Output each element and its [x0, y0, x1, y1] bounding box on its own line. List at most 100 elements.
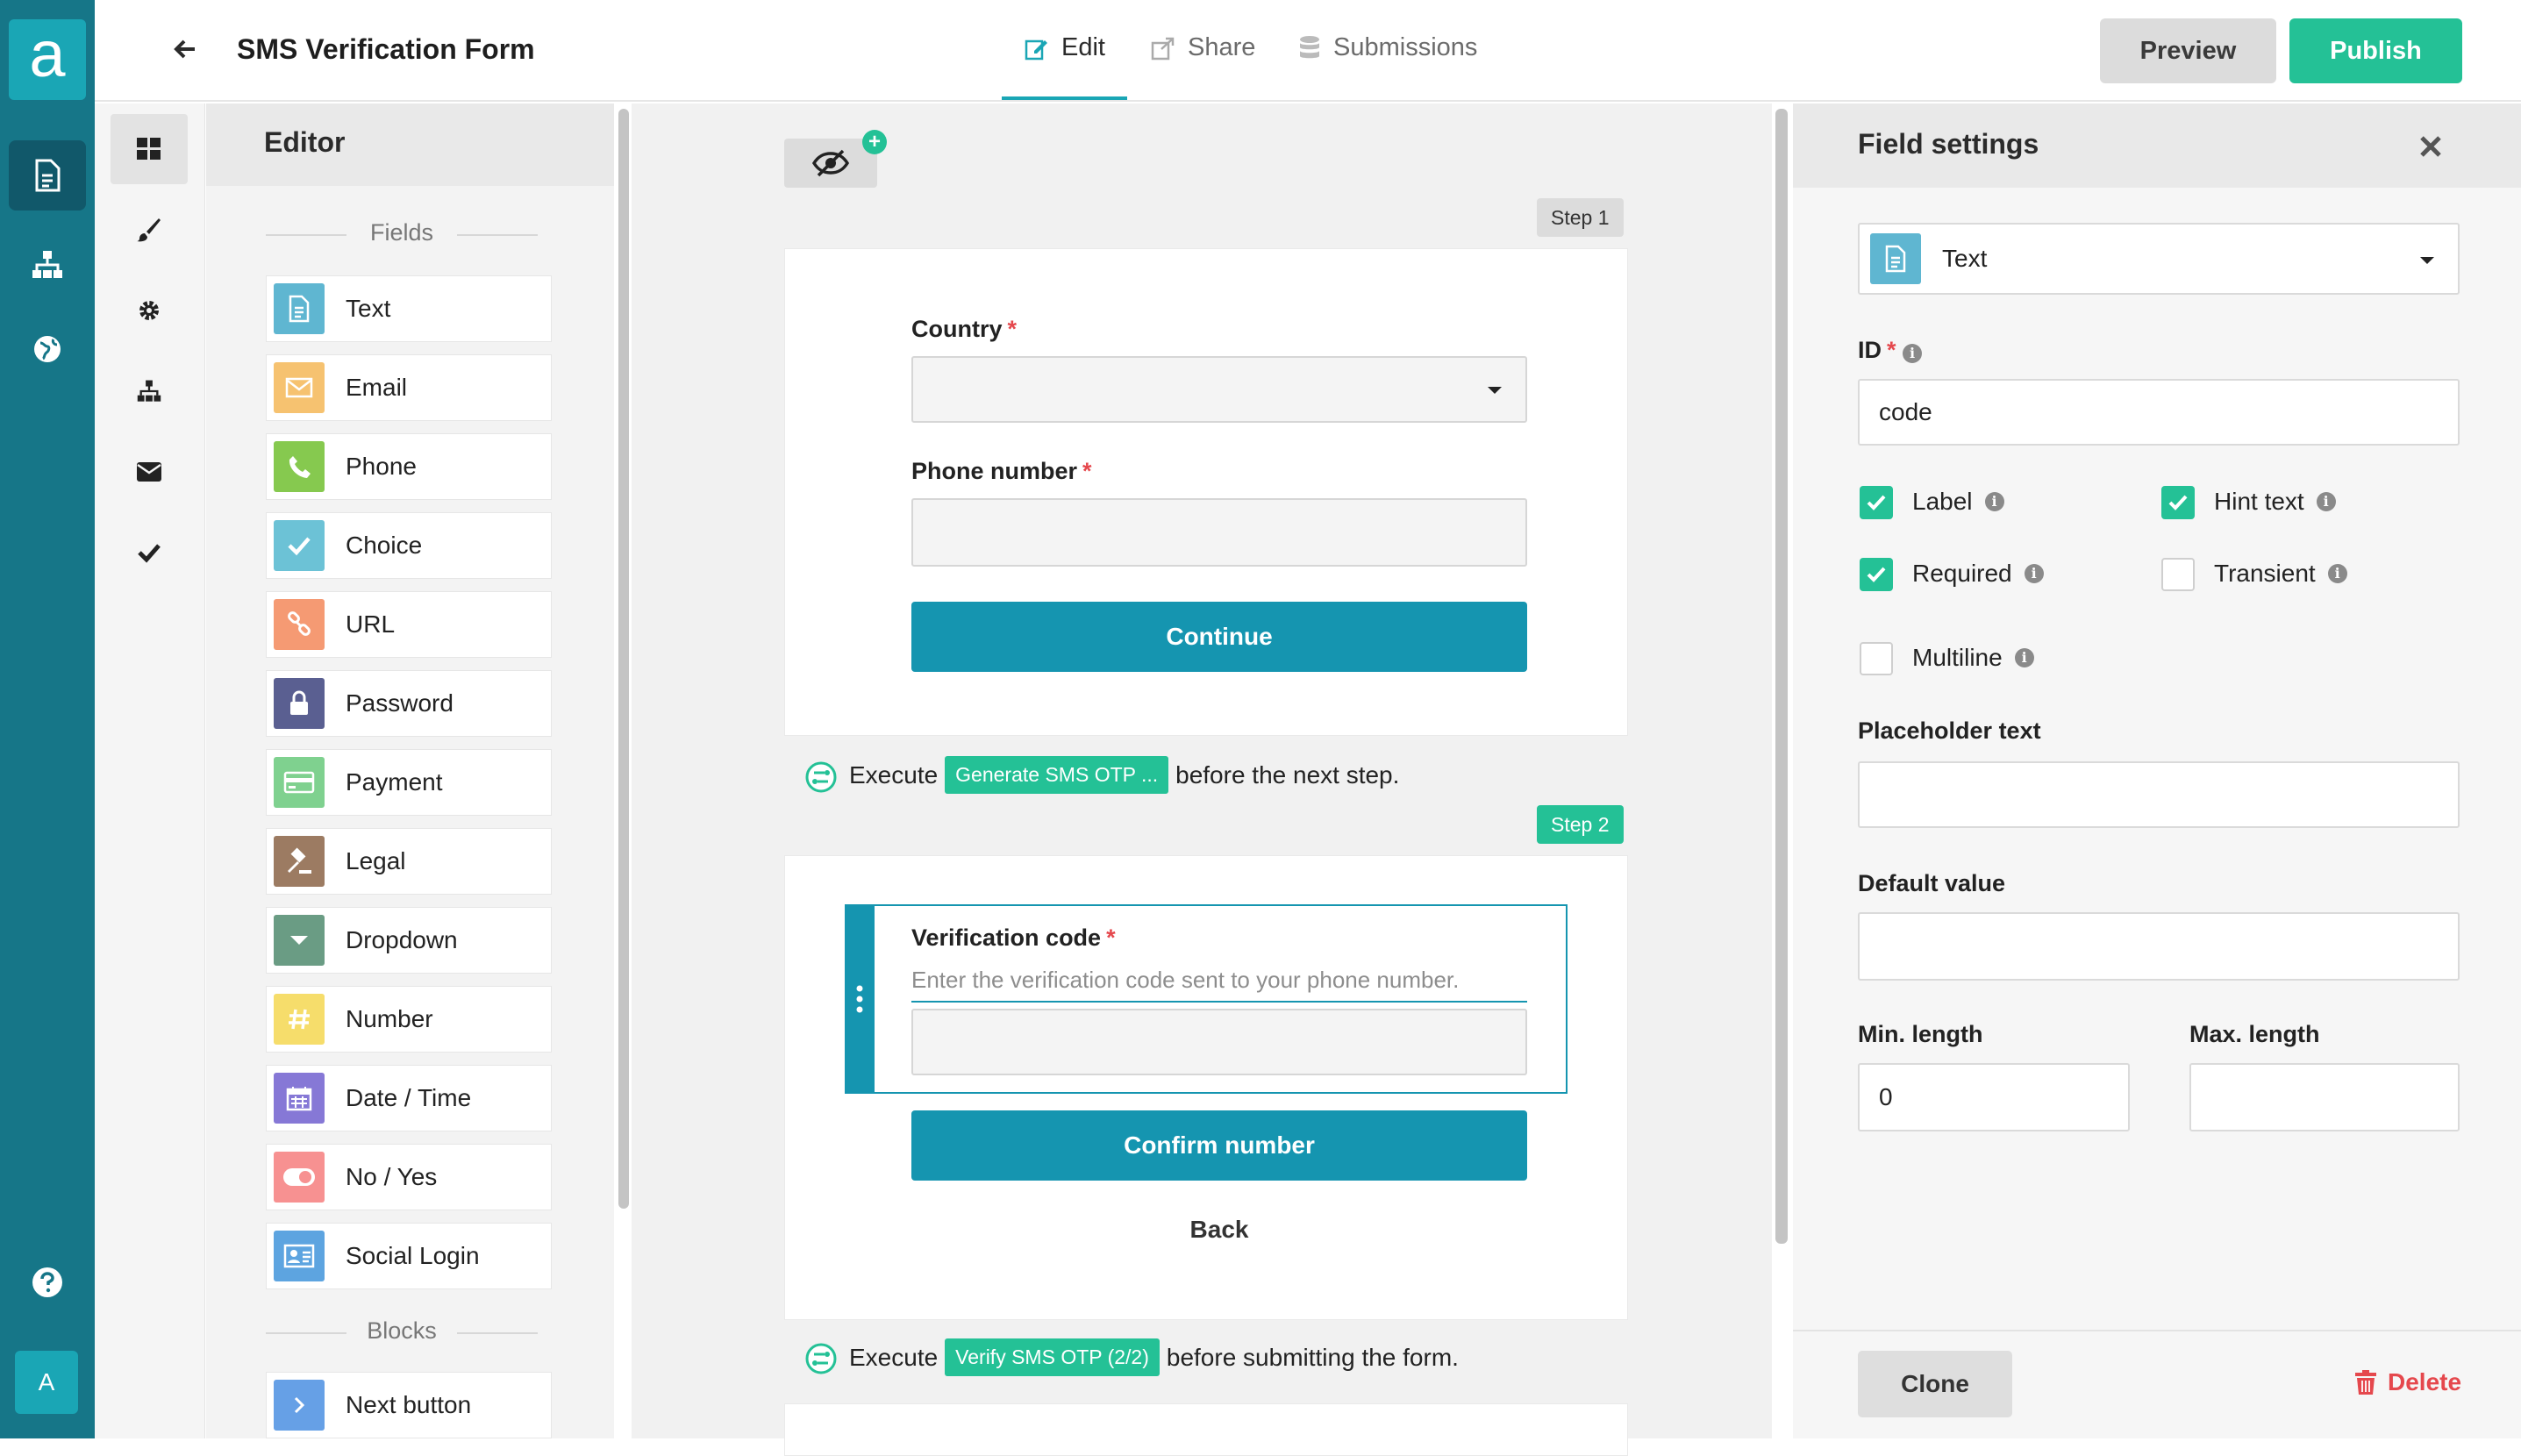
info-icon[interactable]: i — [1903, 344, 1923, 363]
field-item-password[interactable]: Password — [266, 670, 552, 737]
workflow-nav-button[interactable] — [9, 230, 86, 300]
min-length-input[interactable]: 0 — [1858, 1063, 2130, 1131]
delete-button[interactable]: Delete — [2354, 1368, 2461, 1396]
multiline-option: Multiline i — [1912, 644, 2034, 672]
fields-section-title: Fields — [266, 219, 538, 246]
field-item-dropdown[interactable]: Dropdown — [266, 907, 552, 974]
info-icon[interactable]: i — [2024, 564, 2044, 583]
placeholder-text-input[interactable] — [1858, 761, 2460, 828]
phone-number-input[interactable] — [911, 498, 1527, 567]
tool-emails[interactable] — [111, 437, 188, 507]
app-logo[interactable]: a — [9, 19, 86, 100]
document-icon — [35, 159, 61, 192]
block-item-next-button[interactable]: Next button — [266, 1372, 552, 1438]
tool-success[interactable] — [111, 517, 188, 588]
help-button[interactable] — [9, 1247, 86, 1317]
publish-button[interactable]: Publish — [2289, 18, 2462, 83]
field-item-text[interactable]: Text — [266, 275, 552, 342]
field-item-datetime[interactable]: Date / Time — [266, 1065, 552, 1131]
envelope-icon — [274, 362, 325, 413]
add-visibility-icon[interactable]: + — [862, 130, 887, 154]
field-item-choice[interactable]: Choice — [266, 512, 552, 579]
drag-handle[interactable] — [845, 904, 875, 1094]
field-item-legal[interactable]: Legal — [266, 828, 552, 895]
tool-logic[interactable] — [111, 356, 188, 426]
field-item-social-login[interactable]: Social Login — [266, 1223, 552, 1289]
avatar[interactable]: A — [15, 1351, 78, 1414]
tab-label: Submissions — [1333, 33, 1478, 61]
multiline-checkbox[interactable] — [1860, 642, 1893, 675]
edit-icon — [1025, 39, 1047, 60]
max-length-input[interactable] — [2189, 1063, 2460, 1131]
transient-option: Transient i — [2214, 560, 2347, 588]
envelope-icon — [137, 462, 161, 482]
grid-icon — [137, 138, 161, 160]
brush-icon — [137, 218, 161, 242]
tab-label: Share — [1188, 33, 1256, 61]
text-doc-icon — [274, 283, 325, 334]
field-item-number[interactable]: Number — [266, 986, 552, 1053]
editor-scrollbar[interactable] — [618, 109, 629, 1209]
info-icon[interactable]: i — [2327, 564, 2347, 583]
tool-settings[interactable] — [111, 275, 188, 346]
tab-edit[interactable]: Edit — [1025, 33, 1105, 62]
id-input[interactable]: code — [1858, 379, 2460, 446]
verification-code-hint[interactable]: Enter the verification code sent to your… — [911, 967, 1527, 1003]
clone-button[interactable]: Clone — [1858, 1351, 2012, 1417]
back-button[interactable] — [168, 32, 204, 67]
add-step-card[interactable] — [784, 1403, 1628, 1456]
label-checkbox[interactable] — [1860, 486, 1893, 519]
confirm-number-button[interactable]: Confirm number — [911, 1110, 1527, 1181]
step-1-badge: Step 1 — [1537, 198, 1624, 237]
verification-code-input[interactable] — [911, 1009, 1527, 1075]
caret-down-icon — [2420, 257, 2434, 264]
canvas-scrollbar[interactable] — [1775, 109, 1788, 1244]
tool-fields[interactable] — [111, 114, 188, 184]
field-type-value: Text — [1942, 245, 1988, 272]
transient-checkbox[interactable] — [2161, 558, 2195, 591]
forms-nav-button[interactable] — [9, 140, 86, 211]
country-select[interactable] — [911, 356, 1527, 423]
info-icon[interactable]: i — [2014, 648, 2034, 667]
field-item-noyes[interactable]: No / Yes — [266, 1144, 552, 1210]
help-icon — [32, 1267, 62, 1297]
field-item-phone[interactable]: Phone — [266, 433, 552, 500]
placeholder-text-label: Placeholder text — [1858, 717, 2041, 744]
check-icon — [1867, 567, 1886, 582]
close-icon[interactable] — [2419, 135, 2442, 158]
sitemap-icon — [32, 251, 62, 278]
phone-number-label: Phone number * — [911, 458, 1092, 484]
preview-button[interactable]: Preview — [2100, 18, 2276, 83]
generate-otp-badge[interactable]: Generate SMS OTP ... — [945, 756, 1169, 794]
tab-submissions[interactable]: Submissions — [1298, 33, 1477, 62]
required-checkbox[interactable] — [1860, 558, 1893, 591]
default-value-input[interactable] — [1858, 912, 2460, 981]
verify-otp-badge[interactable]: Verify SMS OTP (2/2) — [945, 1338, 1160, 1376]
check-icon — [274, 520, 325, 571]
tab-share[interactable]: Share — [1151, 33, 1255, 62]
default-value-label: Default value — [1858, 870, 2006, 896]
globe-nav-button[interactable] — [9, 314, 86, 384]
field-type-select[interactable]: Text — [1858, 223, 2460, 295]
field-item-payment[interactable]: Payment — [266, 749, 552, 816]
min-length-label: Min. length — [1858, 1021, 1983, 1047]
execute-suffix: before submitting the form. — [1166, 1343, 1459, 1371]
field-item-label: Email — [346, 374, 408, 401]
calendar-icon — [274, 1073, 325, 1124]
active-tab-indicator — [1002, 96, 1127, 100]
step-2-badge: Step 2 — [1537, 805, 1624, 844]
back-link[interactable]: Back — [911, 1216, 1527, 1244]
hint-text-checkbox[interactable] — [2161, 486, 2195, 519]
continue-button[interactable]: Continue — [911, 602, 1527, 672]
label-option: Label i — [1912, 488, 2004, 516]
info-icon[interactable]: i — [2316, 492, 2336, 511]
field-item-email[interactable]: Email — [266, 354, 552, 421]
tool-style[interactable] — [111, 195, 188, 265]
field-item-url[interactable]: URL — [266, 591, 552, 658]
field-item-label: Phone — [346, 453, 417, 480]
phone-icon — [274, 441, 325, 492]
execute-prefix: Execute — [849, 1343, 939, 1371]
info-icon[interactable]: i — [1984, 492, 2004, 511]
credit-card-icon — [274, 757, 325, 808]
check-icon — [1867, 495, 1886, 510]
